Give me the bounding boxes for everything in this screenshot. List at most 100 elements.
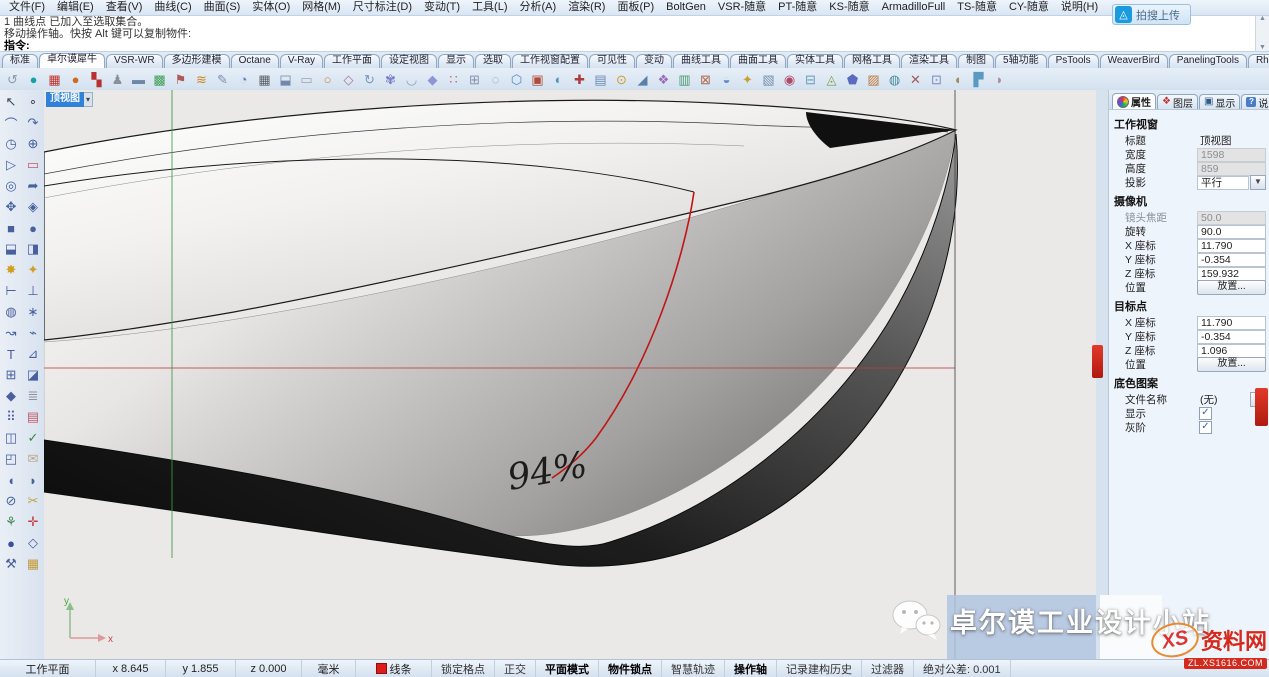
menu-item[interactable]: 变动(T): [418, 0, 466, 15]
menu-item[interactable]: KS-随意: [823, 0, 875, 15]
status-toggle[interactable]: 操作轴: [725, 660, 777, 677]
menu-item[interactable]: ArmadilloFull: [876, 0, 952, 15]
toolbar-icon[interactable]: ▚: [88, 71, 105, 88]
toolbar-icon[interactable]: ▛: [970, 71, 987, 88]
sidebar-tool-icon[interactable]: ⌒: [1, 113, 21, 133]
panel-value-input[interactable]: -0.354: [1197, 330, 1266, 344]
sidebar-tool-icon[interactable]: ■: [1, 218, 21, 238]
sidebar-tool-icon[interactable]: ▭: [23, 155, 43, 175]
toolbar-icon[interactable]: ▨: [865, 71, 882, 88]
toolbar-icon[interactable]: ●: [67, 71, 84, 88]
sidebar-tool-icon[interactable]: ✓: [23, 428, 43, 448]
checkbox[interactable]: ✓: [1199, 407, 1212, 420]
sidebar-tool-icon[interactable]: ⊕: [23, 134, 43, 154]
cplane-button[interactable]: 工作平面: [0, 660, 96, 677]
status-toggle[interactable]: 过滤器: [862, 660, 914, 677]
toolbar-group-tab[interactable]: 标准: [2, 54, 38, 68]
status-toggle[interactable]: 锁定格点: [432, 660, 495, 677]
menu-item[interactable]: VSR-随意: [712, 0, 772, 15]
toolbar-group-tab[interactable]: 实体工具: [787, 54, 843, 68]
toolbar-group-tab[interactable]: 5轴功能: [995, 54, 1047, 68]
toolbar-group-tab[interactable]: 制图: [958, 54, 994, 68]
coordinate-readout[interactable]: y 1.855: [166, 660, 236, 677]
sidebar-tool-icon[interactable]: ✥: [1, 197, 21, 217]
toolbar-group-tab[interactable]: 工作平面: [324, 54, 380, 68]
toolbar-icon[interactable]: ⬟: [844, 71, 861, 88]
sidebar-tool-icon[interactable]: ∗: [23, 302, 43, 322]
place-button[interactable]: 放置...: [1197, 280, 1266, 295]
toolbar-icon[interactable]: ▭: [298, 71, 315, 88]
toolbar-icon[interactable]: ✾: [382, 71, 399, 88]
sidebar-tool-icon[interactable]: ⊢: [1, 281, 21, 301]
toolbar-group-tab[interactable]: 曲线工具: [673, 54, 729, 68]
panel-tab-help-book[interactable]: ?说明: [1241, 94, 1269, 109]
red-ribbon-badge[interactable]: [1255, 388, 1268, 426]
toolbar-icon[interactable]: ◢: [634, 71, 651, 88]
sidebar-tool-icon[interactable]: ➦: [23, 176, 43, 196]
toolbar-group-tab[interactable]: 卓尔谟犀牛: [39, 53, 105, 68]
panel-value-input[interactable]: 159.932: [1197, 267, 1266, 281]
toolbar-icon[interactable]: ∷: [445, 71, 462, 88]
layer-indicator[interactable]: 线条: [356, 660, 432, 677]
toolbar-icon[interactable]: ▦: [256, 71, 273, 88]
sidebar-tool-icon[interactable]: ∘: [23, 92, 43, 112]
upload-button[interactable]: ◬ 拍搜上传: [1112, 4, 1191, 25]
toolbar-icon[interactable]: ▦: [46, 71, 63, 88]
sidebar-tool-icon[interactable]: ●: [1, 533, 21, 553]
sidebar-tool-icon[interactable]: ⚘: [1, 512, 21, 532]
toolbar-group-tab[interactable]: 变动: [636, 54, 672, 68]
sidebar-tool-icon[interactable]: ◨: [23, 239, 43, 259]
sidebar-tool-icon[interactable]: ↖: [1, 92, 21, 112]
checkbox[interactable]: ✓: [1199, 421, 1212, 434]
toolbar-icon[interactable]: ▬: [130, 71, 147, 88]
toolbar-icon[interactable]: ◒: [718, 71, 735, 88]
toolbar-icon[interactable]: ◖: [949, 71, 966, 88]
toolbar-icon[interactable]: ▣: [529, 71, 546, 88]
status-toggle[interactable]: 智慧轨迹: [662, 660, 725, 677]
panel-tab-color-wheel[interactable]: 属性: [1112, 93, 1156, 109]
panel-tab-display[interactable]: ▣显示: [1199, 94, 1240, 109]
sidebar-tool-icon[interactable]: ✉: [23, 449, 43, 469]
toolbar-icon[interactable]: ❖: [655, 71, 672, 88]
dropdown-arrow-icon[interactable]: ▼: [1250, 175, 1266, 190]
menu-item[interactable]: 编辑(E): [51, 0, 100, 15]
sidebar-tool-icon[interactable]: ⊞: [1, 365, 21, 385]
toolbar-group-tab[interactable]: RhinoGold: [1248, 54, 1269, 68]
viewport-dropdown-icon[interactable]: ▾: [84, 92, 93, 107]
toolbar-icon[interactable]: ◉: [781, 71, 798, 88]
sidebar-tool-icon[interactable]: ▦: [23, 554, 43, 574]
toolbar-icon[interactable]: ↻: [361, 71, 378, 88]
sidebar-tool-icon[interactable]: ◎: [1, 176, 21, 196]
sidebar-tool-icon[interactable]: ⊥: [23, 281, 43, 301]
panel-value-input[interactable]: 11.790: [1197, 239, 1266, 253]
toolbar-icon[interactable]: ◆: [424, 71, 441, 88]
toolbar-icon[interactable]: ▤: [592, 71, 609, 88]
toolbar-icon[interactable]: ◗: [991, 71, 1008, 88]
menu-item[interactable]: TS-随意: [951, 0, 1003, 15]
place-button[interactable]: 放置...: [1197, 357, 1266, 372]
coordinate-readout[interactable]: x 8.645: [96, 660, 166, 677]
sidebar-tool-icon[interactable]: ⊿: [23, 344, 43, 364]
toolbar-icon[interactable]: ⊡: [928, 71, 945, 88]
toolbar-group-tab[interactable]: 可见性: [589, 54, 635, 68]
sidebar-tool-icon[interactable]: ▤: [23, 407, 43, 427]
sidebar-tool-icon[interactable]: ◇: [23, 533, 43, 553]
menu-item[interactable]: 分析(A): [514, 0, 563, 15]
sidebar-tool-icon[interactable]: ↷: [23, 113, 43, 133]
panel-tab-layers[interactable]: ❖图层: [1157, 94, 1198, 109]
toolbar-icon[interactable]: ⬓: [277, 71, 294, 88]
viewport-canvas[interactable]: 94% y x 顶视图 ▾: [44, 90, 1096, 660]
toolbar-icon[interactable]: ◐: [550, 71, 567, 88]
menu-item[interactable]: 曲线(C): [148, 0, 197, 15]
menu-item[interactable]: 文件(F): [3, 0, 51, 15]
toolbar-group-tab[interactable]: 多边形建模: [164, 54, 230, 68]
sidebar-tool-icon[interactable]: ≣: [23, 386, 43, 406]
toolbar-icon[interactable]: ▥: [676, 71, 693, 88]
menu-item[interactable]: 实体(O): [246, 0, 296, 15]
sidebar-tool-icon[interactable]: ↝: [1, 323, 21, 343]
sidebar-tool-icon[interactable]: T: [1, 344, 21, 364]
toolbar-group-tab[interactable]: 设定视图: [381, 54, 437, 68]
sidebar-tool-icon[interactable]: ⊘: [1, 491, 21, 511]
panel-value-input[interactable]: 90.0: [1197, 225, 1266, 239]
toolbar-icon[interactable]: ♟: [109, 71, 126, 88]
